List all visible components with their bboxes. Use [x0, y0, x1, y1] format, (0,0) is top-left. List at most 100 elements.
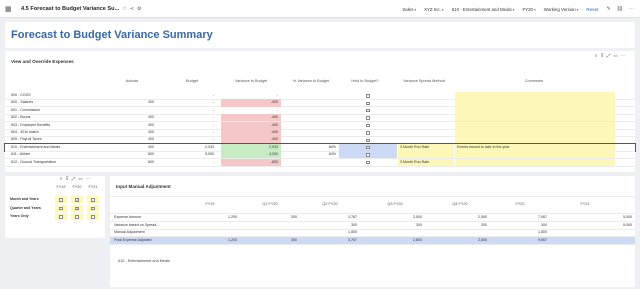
table-row: 500 - COGS - -	[5, 92, 635, 100]
cell-pct-variance	[281, 129, 339, 136]
cell-comment[interactable]	[455, 99, 615, 107]
link-icon[interactable]: ⛓	[617, 6, 623, 12]
cell-value: 7,067	[538, 215, 547, 219]
cell-spread-method[interactable]	[398, 122, 454, 129]
cell-actuals[interactable]: 400	[107, 122, 157, 129]
spread-option-checkbox[interactable]	[91, 198, 95, 202]
row-label: 611 - Airfare	[11, 152, 31, 157]
cell-pct-variance	[281, 122, 339, 129]
spread-option-checkbox[interactable]	[75, 206, 79, 211]
cell-spread-method[interactable]	[398, 151, 454, 159]
cell-comment[interactable]	[455, 151, 615, 159]
cell-comment[interactable]	[455, 106, 615, 114]
reset-button[interactable]: Reset	[586, 7, 598, 12]
hold-to-budget-checkbox[interactable]	[366, 94, 370, 98]
star-icon[interactable]: ☆	[122, 6, 126, 12]
cell-actuals[interactable]	[107, 92, 157, 99]
cell-comment[interactable]	[455, 158, 615, 166]
filter-icon[interactable]: ⊽	[601, 53, 604, 58]
expand-icon[interactable]: ⤢	[607, 53, 611, 58]
cell-budget[interactable]: -	[167, 129, 217, 136]
hold-to-budget-checkbox[interactable]	[366, 131, 370, 135]
cell-comment[interactable]	[455, 114, 615, 122]
spread-option-checkbox[interactable]	[75, 198, 79, 202]
cell-hold	[339, 136, 397, 143]
cell-comment[interactable]	[455, 92, 615, 100]
cell-spread-method[interactable]	[398, 107, 454, 114]
cell-value[interactable]: 1,800	[490, 229, 550, 236]
spread-option-checkbox[interactable]	[59, 206, 63, 211]
filter-account[interactable]: 610 - Entertainment and Meals▾	[452, 7, 515, 12]
cell-spread-method[interactable]	[398, 92, 454, 99]
cell-actuals[interactable]	[107, 107, 157, 114]
more-icon[interactable]: ⋯	[629, 6, 634, 12]
hold-to-budget-checkbox[interactable]	[366, 153, 370, 157]
hold-to-budget-checkbox[interactable]	[366, 109, 370, 113]
cell-budget[interactable]: -	[167, 114, 217, 121]
cell-value[interactable]: 1,800	[300, 229, 360, 236]
cell-value[interactable]	[180, 229, 240, 236]
row-label: Expense Amount	[114, 215, 142, 219]
spread-option-checkbox[interactable]	[91, 215, 95, 219]
hold-to-budget-checkbox[interactable]	[366, 160, 370, 165]
hold-to-budget-checkbox[interactable]	[366, 116, 370, 120]
spread-option-checkbox[interactable]	[91, 206, 95, 211]
cell-budget[interactable]: -	[167, 107, 217, 114]
cell-spread-method[interactable]	[398, 136, 454, 143]
cell-comment[interactable]	[455, 136, 615, 144]
cell-comment[interactable]	[455, 129, 615, 137]
edit-icon[interactable]: ✎	[606, 6, 610, 12]
hold-to-budget-checkbox[interactable]	[366, 146, 370, 150]
more-icon[interactable]: ⋯	[86, 176, 91, 181]
search-icon[interactable]: ⌕	[595, 53, 598, 58]
cell-budget[interactable]: -	[167, 122, 217, 129]
cell-budget[interactable]: -	[167, 92, 217, 99]
cell-actuals[interactable]: 400	[107, 144, 157, 151]
hold-to-budget-checkbox[interactable]	[366, 138, 370, 143]
cell-value[interactable]	[430, 229, 490, 236]
cell-actuals[interactable]: 800	[107, 151, 157, 158]
cell-comment[interactable]	[455, 121, 615, 129]
filter-version[interactable]: Working Version▾	[544, 7, 579, 12]
cell-variance: -	[276, 93, 278, 97]
cell-value: 300	[416, 222, 422, 227]
col-header-year: FY19	[56, 185, 66, 189]
comment-icon[interactable]: ▭	[613, 53, 617, 58]
cell-spread-method[interactable]: 3 Month Run Rate	[398, 143, 454, 151]
cell-actuals[interactable]: 800	[107, 159, 157, 166]
cell-comment[interactable]: Events moved to later in the year	[455, 143, 615, 151]
settings-icon[interactable]: ⚙	[137, 6, 141, 12]
cell-budget[interactable]: -	[167, 99, 217, 106]
cell-pct-variance	[281, 92, 339, 99]
cell-spread-method[interactable]: 3 Month Run Rate	[398, 158, 454, 166]
spread-option-checkbox[interactable]	[59, 215, 63, 219]
apps-grid-icon[interactable]: ▦	[5, 5, 13, 13]
cell-spread-method[interactable]	[398, 129, 454, 136]
filter-company[interactable]: XYZ Inc.▾	[424, 7, 444, 12]
cell-value	[180, 222, 240, 229]
cell-actuals[interactable]: 400	[107, 129, 157, 136]
cell-budget[interactable]: -	[167, 136, 217, 143]
expand-icon[interactable]: ⤢	[72, 176, 76, 181]
more-icon[interactable]: ⋯	[621, 53, 626, 58]
search-icon[interactable]: ⌕	[60, 176, 63, 181]
cell-budget[interactable]: 2,333	[167, 144, 217, 151]
spread-option-checkbox[interactable]	[75, 215, 79, 219]
comment-icon[interactable]: ▭	[78, 176, 82, 181]
cell-value[interactable]	[240, 229, 300, 236]
cell-actuals[interactable]: 400	[107, 114, 157, 121]
cell-budget[interactable]: 5,000	[167, 151, 217, 158]
cell-spread-method[interactable]	[398, 99, 454, 106]
cell-spread-method[interactable]	[398, 114, 454, 121]
cell-budget[interactable]: -	[167, 159, 217, 166]
filter-year[interactable]: FY20▾	[523, 7, 536, 12]
cell-actuals[interactable]: 400	[107, 136, 157, 143]
spread-option-checkbox[interactable]	[59, 198, 63, 202]
hold-to-budget-checkbox[interactable]	[366, 101, 370, 106]
hold-to-budget-checkbox[interactable]	[366, 123, 370, 128]
share-icon[interactable]: ⋖	[130, 6, 134, 12]
cell-value[interactable]	[365, 229, 425, 236]
cell-actuals[interactable]: 400	[107, 99, 157, 106]
filter-sales[interactable]: Sales▾	[402, 7, 416, 12]
filter-icon[interactable]: ⊽	[66, 176, 69, 181]
